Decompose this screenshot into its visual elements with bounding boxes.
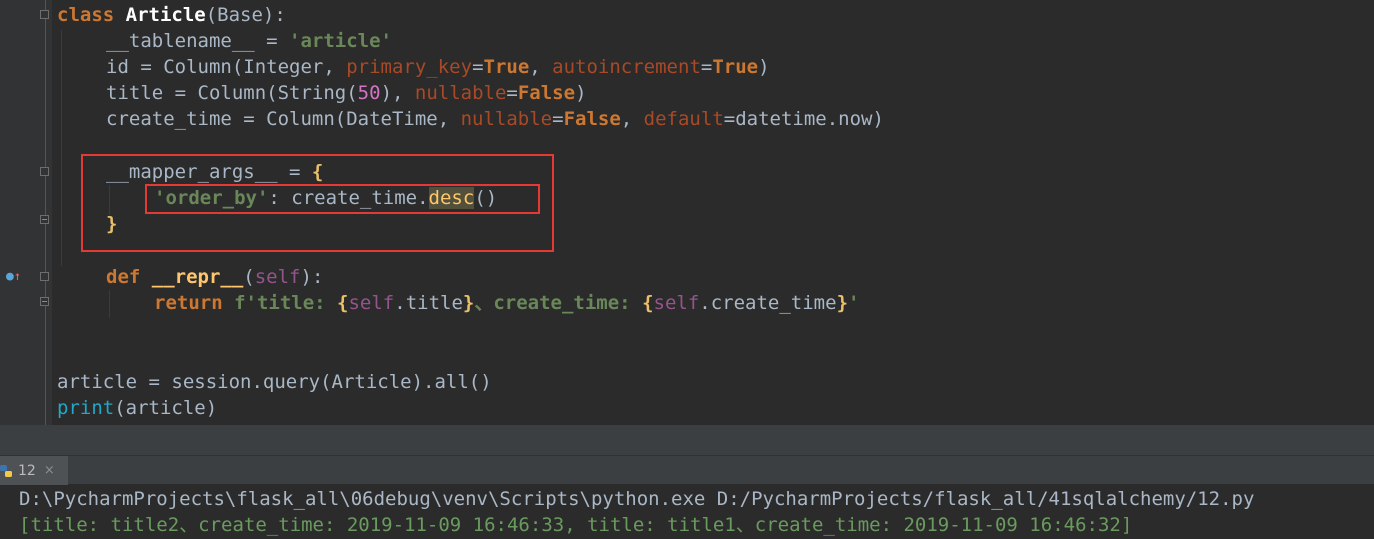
run-console[interactable]: D:\PycharmProjects\flask_all\06debug\ven… xyxy=(0,485,1374,539)
fstring-brace: { xyxy=(642,292,654,314)
code-text: = xyxy=(700,56,713,78)
param-name: default xyxy=(643,108,724,130)
self-keyword: self xyxy=(653,292,700,314)
param-name: primary_key xyxy=(346,56,473,78)
param-name: nullable xyxy=(460,108,553,130)
code-text: = xyxy=(472,56,484,78)
code-text: create_time = Column(DateTime, xyxy=(106,108,461,130)
code-line-tablename: __tablename__ = 'article' xyxy=(106,28,392,54)
number-literal: 50 xyxy=(357,82,381,104)
fstring-brace: { xyxy=(337,292,349,314)
code-text: ) xyxy=(575,82,587,104)
keyword-false: False xyxy=(517,82,576,104)
keyword-def: def xyxy=(106,266,152,288)
code-text: ): xyxy=(300,266,324,288)
self-keyword: self xyxy=(348,292,395,314)
fstring-brace: } xyxy=(836,292,849,314)
code-text: title = Column(String( xyxy=(106,82,358,104)
code-text: __tablename__ = xyxy=(106,30,290,52)
code-text: .title xyxy=(394,292,463,314)
class-name: Article xyxy=(125,4,206,26)
fstring-part: 、create_time: xyxy=(474,292,643,314)
python-file-icon xyxy=(0,464,12,478)
code-text: .create_time xyxy=(699,292,837,314)
code-line-return: return f'title: {self.title}、create_time… xyxy=(154,290,859,316)
indent-guide xyxy=(109,290,110,318)
run-tab[interactable]: 12 × xyxy=(0,456,68,485)
fold-marker-icon[interactable] xyxy=(40,167,49,176)
fold-marker-icon[interactable] xyxy=(40,272,49,281)
code-text: ( xyxy=(243,266,255,288)
code-text: id = Column(Integer, xyxy=(106,56,347,78)
indent-guide xyxy=(61,30,62,266)
self-keyword: self xyxy=(254,266,301,288)
code-line-query: article = session.query(Article).all() xyxy=(57,369,492,395)
class-bases: (Base): xyxy=(205,4,286,26)
code-text: = xyxy=(723,108,736,130)
highlight-box-inner xyxy=(145,184,540,214)
builtin-print: print xyxy=(57,397,115,419)
code-text: = xyxy=(506,82,518,104)
fstring-brace: } xyxy=(462,292,475,314)
string-literal: 'article' xyxy=(289,30,392,52)
run-tab-label: 12 xyxy=(18,462,36,479)
fold-marker-icon[interactable] xyxy=(40,215,49,224)
panel-divider xyxy=(0,425,1374,455)
param-name: autoincrement xyxy=(552,56,701,78)
code-text: ), xyxy=(380,82,415,104)
code-text: ) xyxy=(758,56,770,78)
keyword-true: True xyxy=(483,56,530,78)
override-method-icon[interactable]: ●↑ xyxy=(6,268,28,284)
keyword-true: True xyxy=(712,56,759,78)
code-line-print: print(article) xyxy=(57,395,217,421)
fold-marker-icon[interactable] xyxy=(40,297,49,306)
code-text: , xyxy=(620,108,644,130)
code-text: = xyxy=(552,108,564,130)
console-output-line: [title: title2、create_time: 2019-11-09 1… xyxy=(19,514,1133,536)
code-line-title: title = Column(String(50), nullable=Fals… xyxy=(106,80,587,106)
code-line-id: id = Column(Integer, primary_key=True, a… xyxy=(106,54,770,80)
code-text: article = session.query(Article).all() xyxy=(57,371,492,393)
keyword-false: False xyxy=(563,108,621,130)
gutter-divider xyxy=(45,0,46,425)
close-icon[interactable]: × xyxy=(44,463,55,478)
keyword-class: class xyxy=(57,4,115,26)
fstring-part: ' xyxy=(848,292,860,314)
fold-marker-icon[interactable] xyxy=(40,10,49,19)
code-line-class-def: class Article(Base): xyxy=(57,2,286,28)
console-command-line: D:\PycharmProjects\flask_all\06debug\ven… xyxy=(19,488,1255,510)
function-name: __repr__ xyxy=(151,266,244,288)
code-line-repr-def: def __repr__(self): xyxy=(106,264,323,290)
code-text: (article) xyxy=(114,397,218,419)
fstring-part: f'title: xyxy=(234,292,338,314)
code-editor[interactable]: ●↑ class Article(Base): __tablename__ = … xyxy=(0,0,1374,425)
run-tool-window-tabs: 12 × xyxy=(0,455,1374,485)
param-name: nullable xyxy=(414,82,507,104)
code-text: datetime.now) xyxy=(735,108,884,130)
code-line-create-time: create_time = Column(DateTime, nullable=… xyxy=(106,106,884,132)
keyword-return: return xyxy=(154,292,235,314)
code-text: , xyxy=(529,56,553,78)
